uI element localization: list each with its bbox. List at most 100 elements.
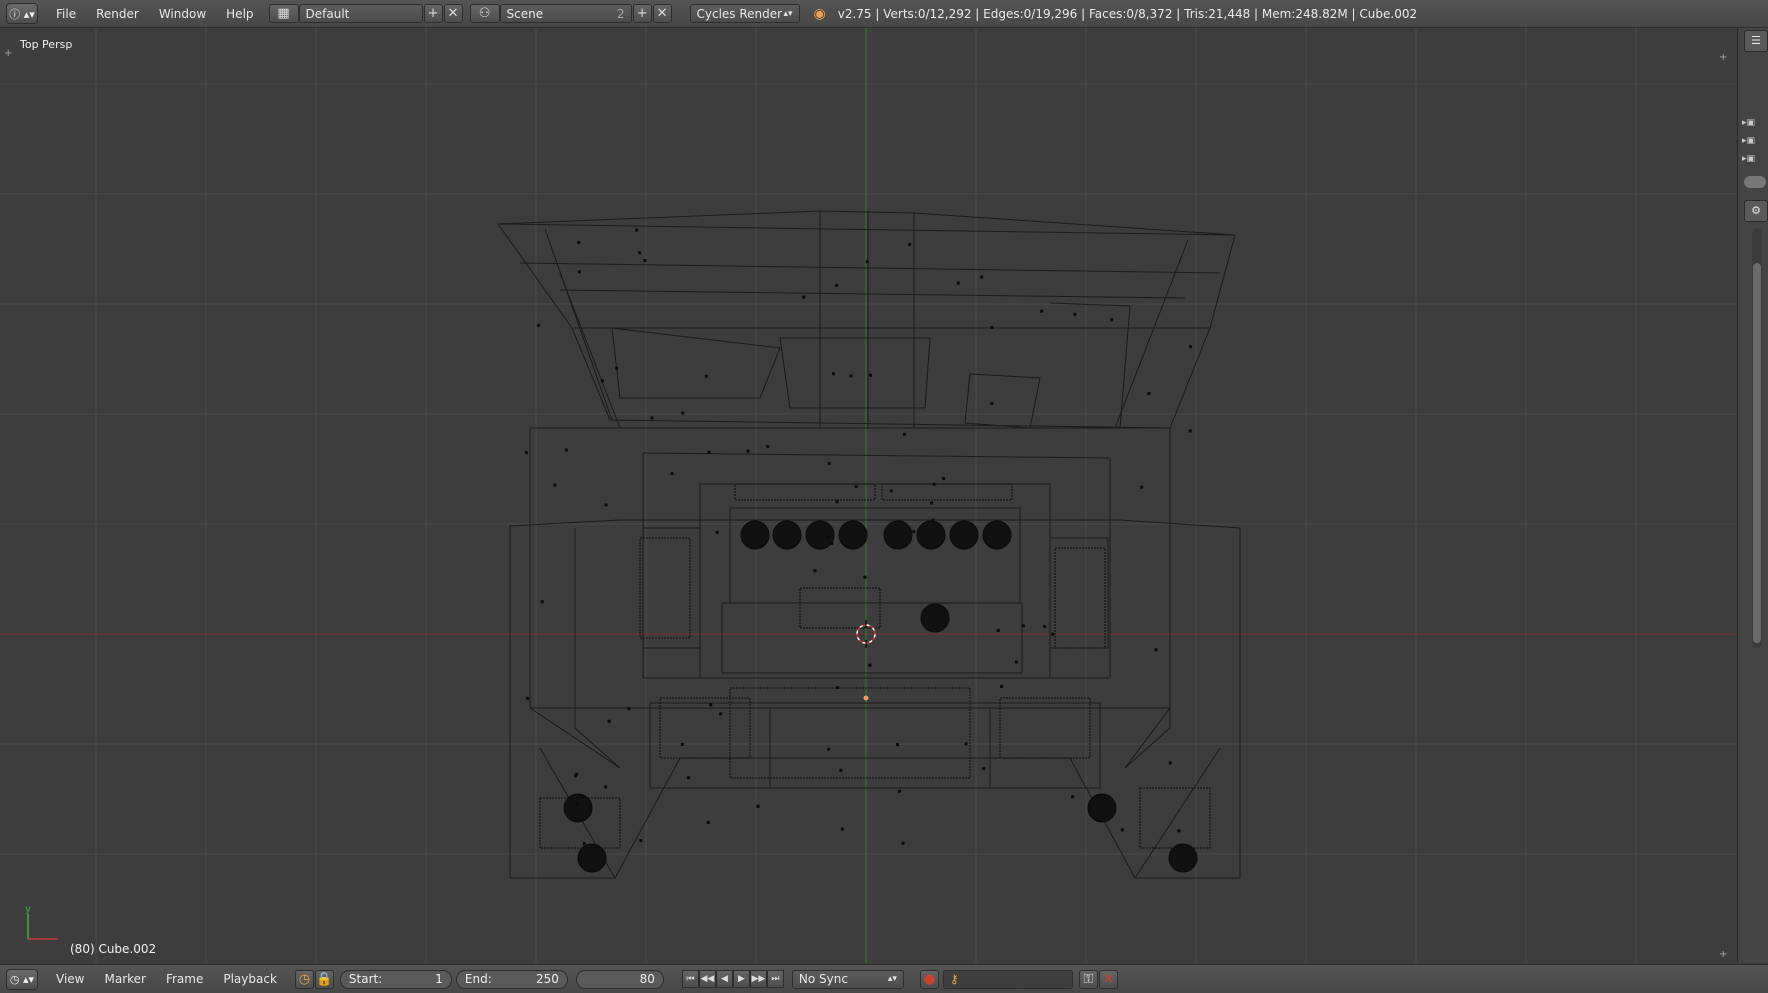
vertex-dot bbox=[1073, 312, 1077, 316]
vertex-dot bbox=[932, 482, 936, 486]
vertex-dot bbox=[604, 785, 608, 789]
start-frame-field[interactable]: Start: 1 bbox=[339, 969, 452, 989]
panel-detail bbox=[639, 537, 691, 639]
vertex-dot bbox=[990, 325, 994, 329]
scene-stats: v2.75 | Verts:0/12,292 | Edges:0/19,296 … bbox=[837, 6, 1418, 21]
outliner-editor-icon[interactable]: ☰ bbox=[1744, 30, 1768, 52]
vertex-dot bbox=[1051, 632, 1055, 636]
menu-playback[interactable]: Playback bbox=[213, 972, 287, 986]
add-screen-button[interactable]: + bbox=[423, 4, 443, 23]
properties-editor-icon[interactable]: ⚙ bbox=[1744, 200, 1768, 222]
current-frame-value: 80 bbox=[639, 972, 655, 986]
3d-viewport[interactable]: y Top Persp (80) Cube.002 + + + bbox=[0, 28, 1737, 963]
keyframe-forward-icon: ▶▶ bbox=[751, 974, 766, 984]
vertex-dot bbox=[990, 402, 994, 406]
play-button[interactable]: ▶ bbox=[732, 970, 750, 988]
light-layer-icon[interactable]: ▸▣ bbox=[1742, 154, 1766, 168]
gauge-dial bbox=[883, 520, 913, 550]
active-object-label: (80) Cube.002 bbox=[70, 942, 157, 956]
plus-icon: + bbox=[636, 6, 648, 21]
jump-start-button[interactable]: ⏮ bbox=[681, 970, 699, 988]
vertex-dot bbox=[889, 489, 893, 493]
vertex-dot bbox=[537, 323, 541, 327]
area-corner-top-right[interactable]: + bbox=[1719, 52, 1729, 63]
preview-range-toggle[interactable]: ◷ bbox=[294, 969, 314, 989]
vertex-dot bbox=[1120, 828, 1124, 832]
lock-range-toggle[interactable]: 🔒 bbox=[314, 969, 334, 989]
vertex-dot bbox=[863, 575, 867, 579]
editor-type-button-timeline[interactable]: ◷ ▴▾ bbox=[6, 968, 38, 990]
play-reverse-button[interactable]: ◀ bbox=[715, 970, 733, 988]
render-engine-dropdown[interactable]: Cycles Render ▴▾ bbox=[689, 4, 800, 23]
vertex-dot bbox=[1168, 761, 1172, 765]
vertex-dot bbox=[707, 450, 711, 454]
delete-screen-button[interactable]: ✕ bbox=[443, 4, 463, 23]
properties-scrollbar-track[interactable] bbox=[1752, 228, 1762, 648]
insert-keyframe-button[interactable]: ⚿ bbox=[1078, 969, 1098, 989]
visibility-toggle[interactable] bbox=[1744, 176, 1766, 188]
start-value: 1 bbox=[435, 972, 443, 986]
viewport-canvas[interactable]: y bbox=[0, 28, 1737, 963]
gauge-dial bbox=[1087, 793, 1117, 823]
vertex-dot bbox=[681, 411, 685, 415]
delete-scene-button[interactable]: ✕ bbox=[652, 4, 672, 23]
area-corner-bottom-right[interactable]: + bbox=[1719, 949, 1729, 960]
layout-grid-icon: ▦ bbox=[277, 6, 290, 21]
keyframe-back-icon: ◀◀ bbox=[700, 974, 715, 984]
sync-mode-dropdown[interactable]: No Sync ▴▾ bbox=[791, 969, 904, 989]
render-layer-icon[interactable]: ▸▣ bbox=[1742, 118, 1766, 132]
vertex-dot bbox=[1043, 624, 1047, 628]
menu-window[interactable]: Window bbox=[149, 7, 216, 21]
screen-layout-field[interactable]: Default bbox=[298, 4, 423, 23]
delete-keyframe-button[interactable]: ✕ bbox=[1098, 969, 1118, 989]
vertex-dot bbox=[704, 374, 708, 378]
vertex-dot bbox=[635, 228, 639, 232]
clock-icon: ◷ ▴▾ bbox=[9, 972, 35, 986]
scene-field[interactable]: Scene 2 bbox=[499, 4, 632, 23]
area-corner-top-left[interactable]: + bbox=[4, 48, 14, 59]
editor-type-button[interactable]: ⓘ ▴▾ bbox=[6, 3, 38, 24]
vertex-dot bbox=[719, 712, 723, 716]
vertex-dot bbox=[680, 742, 684, 746]
vertex-dot bbox=[840, 827, 844, 831]
panel-detail bbox=[881, 483, 1013, 501]
camera-layer-icon[interactable]: ▸▣ bbox=[1742, 136, 1766, 150]
screen-layout-selector[interactable]: ▦ bbox=[268, 4, 299, 23]
vertex-dot bbox=[578, 270, 582, 274]
menu-file[interactable]: File bbox=[46, 7, 86, 21]
vertex-dot bbox=[706, 820, 710, 824]
scene-name: Scene bbox=[506, 6, 544, 21]
panel-detail bbox=[999, 697, 1091, 759]
jump-keyframe-forward-button[interactable]: ▶▶ bbox=[749, 970, 767, 988]
vertex-dot bbox=[902, 432, 906, 436]
keying-set-field[interactable]: ⚷ bbox=[942, 969, 1073, 989]
menu-view[interactable]: View bbox=[46, 972, 94, 986]
current-frame-field[interactable]: 80 bbox=[575, 969, 664, 989]
gauge-dial bbox=[916, 520, 946, 550]
record-icon: ● bbox=[923, 971, 936, 987]
vertex-dot bbox=[996, 629, 1000, 633]
sync-mode-value: No Sync bbox=[798, 972, 848, 986]
scene-selector[interactable]: ⚇ bbox=[469, 4, 500, 23]
vertex-dot bbox=[643, 259, 647, 263]
vertex-dot bbox=[553, 483, 557, 487]
vertex-dot bbox=[901, 841, 905, 845]
vertex-dot bbox=[639, 839, 643, 843]
auto-keyframe-button[interactable]: ● bbox=[919, 969, 939, 989]
add-scene-button[interactable]: + bbox=[632, 4, 652, 23]
vertex-dot bbox=[670, 472, 674, 476]
vertex-dot bbox=[897, 789, 901, 793]
vertex-dot bbox=[835, 686, 839, 690]
menu-render[interactable]: Render bbox=[86, 7, 149, 21]
vertex-dot bbox=[839, 768, 843, 772]
properties-scrollbar-thumb[interactable] bbox=[1753, 263, 1761, 643]
end-frame-field[interactable]: End: 250 bbox=[455, 969, 568, 989]
menu-marker[interactable]: Marker bbox=[94, 972, 155, 986]
menu-help[interactable]: Help bbox=[216, 7, 263, 21]
vertex-dot bbox=[930, 501, 934, 505]
jump-keyframe-back-button[interactable]: ◀◀ bbox=[698, 970, 716, 988]
vertex-dot bbox=[942, 477, 946, 481]
gauge-dial bbox=[982, 520, 1012, 550]
menu-frame[interactable]: Frame bbox=[156, 972, 213, 986]
jump-end-button[interactable]: ⏭ bbox=[766, 970, 784, 988]
